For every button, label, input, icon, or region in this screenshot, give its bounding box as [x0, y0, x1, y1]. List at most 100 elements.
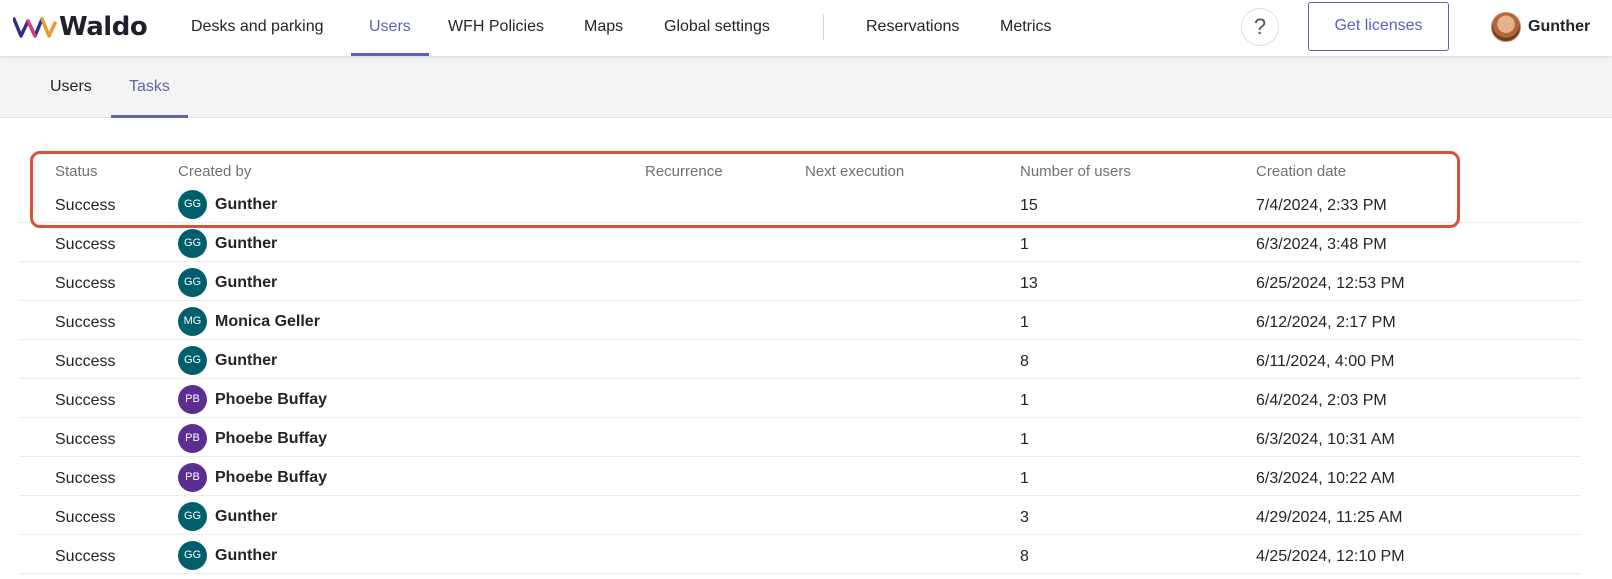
brand-name: Waldo	[59, 12, 148, 42]
table-row[interactable]: Success GG Gunther 13 6/25/2024, 12:53 P…	[20, 262, 1580, 301]
header-created-by[interactable]: Created by	[178, 160, 251, 184]
creation-date-cell: 6/25/2024, 12:53 PM	[1256, 275, 1405, 292]
creator-name: Gunther	[215, 273, 278, 291]
creation-date-cell: 6/3/2024, 10:31 AM	[1256, 431, 1395, 448]
number-of-users-cell: 1	[1020, 236, 1029, 253]
header-creation-date[interactable]: Creation date	[1256, 160, 1346, 184]
creator-name: Gunther	[215, 234, 278, 252]
app-logo[interactable]: Waldo	[13, 10, 148, 44]
user-avatar	[1491, 12, 1521, 42]
header-recurrence[interactable]: Recurrence	[645, 160, 723, 184]
created-by-cell: GG Gunther	[178, 535, 277, 574]
creator-avatar: GG	[178, 541, 207, 570]
status-cell: Success	[55, 275, 116, 292]
status-cell: Success	[55, 392, 116, 409]
nav-desks-and-parking[interactable]: Desks and parking	[191, 0, 324, 56]
creation-date-cell: 6/12/2024, 2:17 PM	[1256, 314, 1396, 331]
nav-global-settings[interactable]: Global settings	[664, 0, 770, 56]
creator-avatar: PB	[178, 463, 207, 492]
creator-name: Phoebe Buffay	[215, 390, 328, 408]
number-of-users-cell: 1	[1020, 314, 1029, 331]
number-of-users-cell: 8	[1020, 353, 1029, 370]
table-row[interactable]: Success GG Gunther 8 4/25/2024, 12:10 PM	[20, 535, 1580, 574]
creator-avatar: GG	[178, 502, 207, 531]
top-navigation-bar: Waldo Desks and parking Users WFH Polici…	[0, 0, 1612, 56]
created-by-cell: MG Monica Geller	[178, 301, 320, 340]
creation-date-cell: 6/3/2024, 10:22 AM	[1256, 470, 1395, 487]
creation-date-cell: 4/29/2024, 11:25 AM	[1256, 509, 1403, 526]
creator-name: Monica Geller	[215, 312, 320, 330]
status-cell: Success	[55, 548, 116, 565]
created-by-cell: GG Gunther	[178, 184, 277, 223]
table-row[interactable]: Success PB Phoebe Buffay 1 6/3/2024, 10:…	[20, 418, 1580, 457]
creator-avatar: GG	[178, 268, 207, 297]
table-header-row: Status Created by Recurrence Next execut…	[20, 160, 1580, 184]
number-of-users-cell: 15	[1020, 197, 1038, 214]
table-row[interactable]: Success GG Gunther 8 6/11/2024, 4:00 PM	[20, 340, 1580, 379]
status-cell: Success	[55, 509, 116, 526]
nav-reservations[interactable]: Reservations	[866, 0, 959, 56]
status-cell: Success	[55, 314, 116, 331]
creator-name: Gunther	[215, 507, 278, 525]
nav-users[interactable]: Users	[351, 0, 429, 56]
creation-date-cell: 6/11/2024, 4:00 PM	[1256, 353, 1395, 370]
header-number-of-users[interactable]: Number of users	[1020, 160, 1131, 184]
creator-name: Gunther	[215, 351, 278, 369]
creator-avatar: GG	[178, 346, 207, 375]
creator-avatar: GG	[178, 229, 207, 258]
number-of-users-cell: 1	[1020, 431, 1029, 448]
created-by-cell: GG Gunther	[178, 340, 277, 379]
creator-avatar: GG	[178, 190, 207, 219]
table-row[interactable]: Success GG Gunther 15 7/4/2024, 2:33 PM	[20, 184, 1580, 223]
creator-name: Phoebe Buffay	[215, 468, 328, 486]
creator-name: Gunther	[215, 546, 278, 564]
waldo-wave-logo-icon	[13, 17, 57, 38]
status-cell: Success	[55, 236, 116, 253]
table-body: Success GG Gunther 15 7/4/2024, 2:33 PM …	[20, 184, 1580, 574]
tab-users[interactable]: Users	[50, 56, 92, 118]
table-row[interactable]: Success PB Phoebe Buffay 1 6/4/2024, 2:0…	[20, 379, 1580, 418]
number-of-users-cell: 8	[1020, 548, 1029, 565]
user-name: Gunther	[1528, 18, 1591, 35]
created-by-cell: GG Gunther	[178, 262, 277, 301]
user-menu[interactable]: Gunther	[1491, 12, 1590, 42]
question-mark-icon: ?	[1253, 14, 1267, 39]
header-next-execution[interactable]: Next execution	[805, 160, 904, 184]
nav-maps[interactable]: Maps	[584, 0, 623, 56]
creator-avatar: PB	[178, 385, 207, 414]
nav-wfh-policies[interactable]: WFH Policies	[448, 0, 544, 56]
status-cell: Success	[55, 197, 116, 214]
created-by-cell: GG Gunther	[178, 496, 277, 535]
get-licenses-button[interactable]: Get licenses	[1308, 2, 1449, 51]
header-status[interactable]: Status	[55, 160, 98, 184]
nav-divider	[823, 14, 824, 40]
creation-date-cell: 7/4/2024, 2:33 PM	[1256, 197, 1387, 214]
tasks-table: Status Created by Recurrence Next execut…	[20, 160, 1580, 574]
tab-tasks[interactable]: Tasks	[111, 56, 188, 118]
table-row[interactable]: Success GG Gunther 3 4/29/2024, 11:25 AM	[20, 496, 1580, 535]
table-row[interactable]: Success MG Monica Geller 1 6/12/2024, 2:…	[20, 301, 1580, 340]
nav-metrics[interactable]: Metrics	[1000, 0, 1052, 56]
creation-date-cell: 6/4/2024, 2:03 PM	[1256, 392, 1387, 409]
creation-date-cell: 4/25/2024, 12:10 PM	[1256, 548, 1405, 565]
created-by-cell: GG Gunther	[178, 223, 277, 262]
creator-avatar: PB	[178, 424, 207, 453]
created-by-cell: PB Phoebe Buffay	[178, 418, 327, 457]
number-of-users-cell: 1	[1020, 392, 1029, 409]
status-cell: Success	[55, 470, 116, 487]
table-row[interactable]: Success PB Phoebe Buffay 1 6/3/2024, 10:…	[20, 457, 1580, 496]
help-button[interactable]: ?	[1241, 8, 1279, 46]
status-cell: Success	[55, 353, 116, 370]
number-of-users-cell: 13	[1020, 275, 1038, 292]
number-of-users-cell: 1	[1020, 470, 1029, 487]
creator-name: Gunther	[215, 195, 278, 213]
table-row[interactable]: Success GG Gunther 1 6/3/2024, 3:48 PM	[20, 223, 1580, 262]
created-by-cell: PB Phoebe Buffay	[178, 457, 327, 496]
status-cell: Success	[55, 431, 116, 448]
number-of-users-cell: 3	[1020, 509, 1029, 526]
creator-name: Phoebe Buffay	[215, 429, 328, 447]
sub-tab-bar: Users Tasks	[0, 56, 1612, 118]
creator-avatar: MG	[178, 307, 207, 336]
creation-date-cell: 6/3/2024, 3:48 PM	[1256, 236, 1387, 253]
created-by-cell: PB Phoebe Buffay	[178, 379, 327, 418]
